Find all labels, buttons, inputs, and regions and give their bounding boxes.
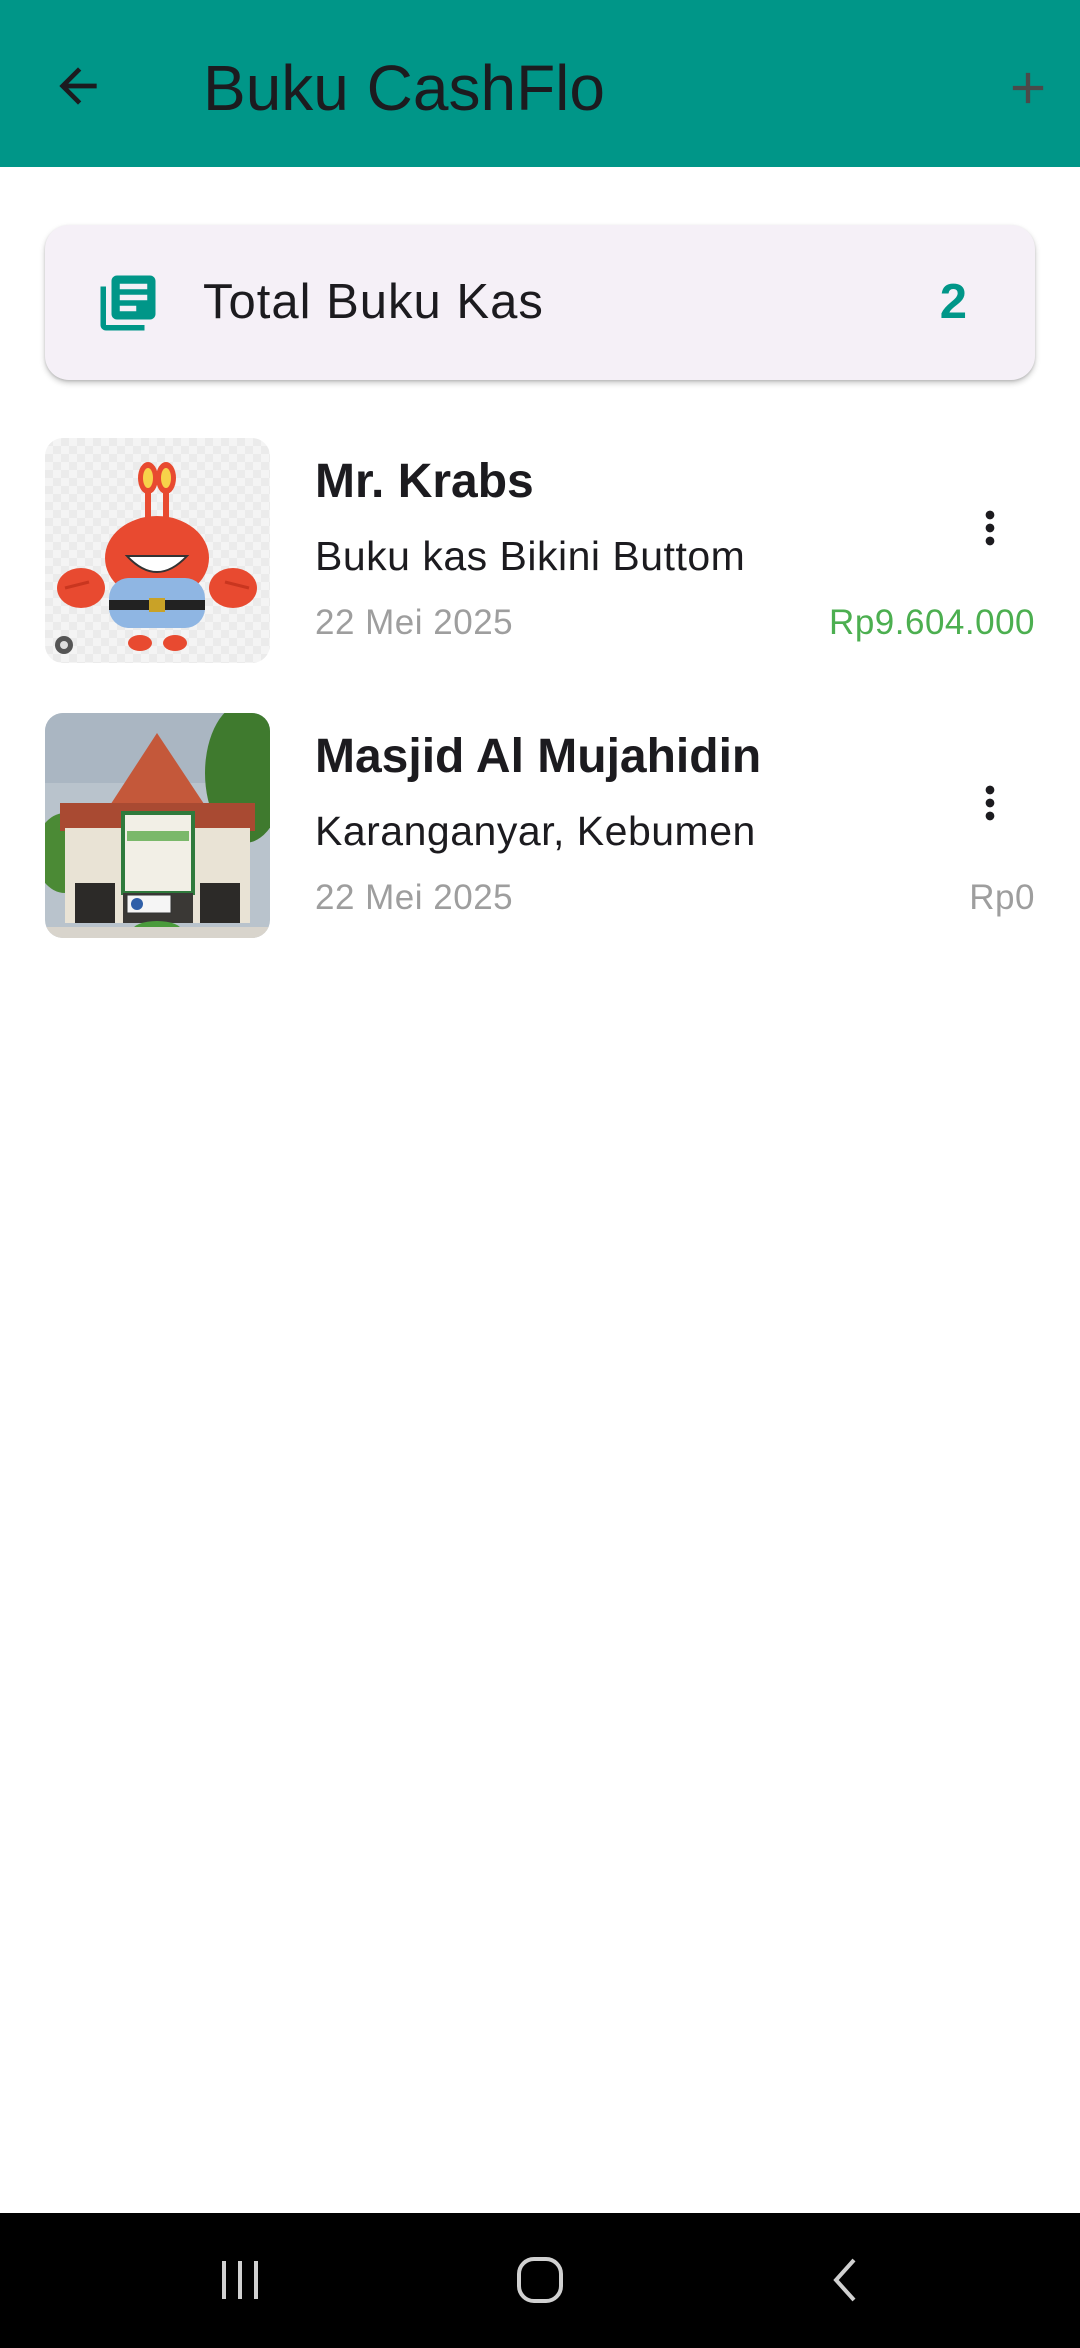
cashbook-description: Buku kas Bikini Buttom (315, 533, 746, 579)
cashbook-menu-button[interactable] (950, 763, 1030, 843)
cashbook-thumbnail (45, 438, 270, 663)
cashbook-balance: Rp0 (969, 878, 1035, 917)
more-vertical-icon (985, 785, 995, 821)
system-back-button[interactable] (785, 2235, 905, 2325)
more-vertical-icon (985, 510, 995, 546)
home-button[interactable] (480, 2235, 600, 2325)
mosque-image (45, 713, 270, 938)
cashbook-name: Masjid Al Mujahidin (315, 730, 762, 783)
recent-apps-icon (222, 2261, 258, 2299)
cashbook-date: 22 Mei 2025 (315, 603, 514, 642)
system-navigation-bar (0, 2213, 1080, 2348)
cashbook-balance: Rp9.604.000 (829, 603, 1035, 642)
plus-icon (1012, 72, 1044, 104)
app-bar: Buku CashFlo (0, 0, 1080, 167)
mr-krabs-image (45, 438, 270, 663)
system-back-icon (833, 2258, 856, 2302)
cashbook-item[interactable]: Mr. Krabs Buku kas Bikini Buttom 22 Mei … (0, 438, 1080, 664)
back-button[interactable] (30, 38, 126, 134)
library-books-icon (100, 275, 156, 331)
cashbook-item[interactable]: Masjid Al Mujahidin Karanganyar, Kebumen… (0, 713, 1080, 939)
cashbook-name: Mr. Krabs (315, 455, 534, 508)
total-cashbook-count: 2 (939, 275, 967, 329)
cashbook-date: 22 Mei 2025 (315, 878, 514, 917)
page-title: Buku CashFlo (203, 52, 605, 124)
arrow-left-icon (59, 67, 97, 105)
cashbook-thumbnail (45, 713, 270, 938)
recent-apps-button[interactable] (180, 2235, 300, 2325)
add-cashbook-button[interactable] (980, 40, 1076, 136)
cashbook-menu-button[interactable] (950, 488, 1030, 568)
total-cashbook-label: Total Buku Kas (203, 275, 544, 329)
total-cashbook-card: Total Buku Kas 2 (45, 225, 1035, 380)
cashbook-description: Karanganyar, Kebumen (315, 808, 756, 854)
home-icon (517, 2257, 563, 2303)
